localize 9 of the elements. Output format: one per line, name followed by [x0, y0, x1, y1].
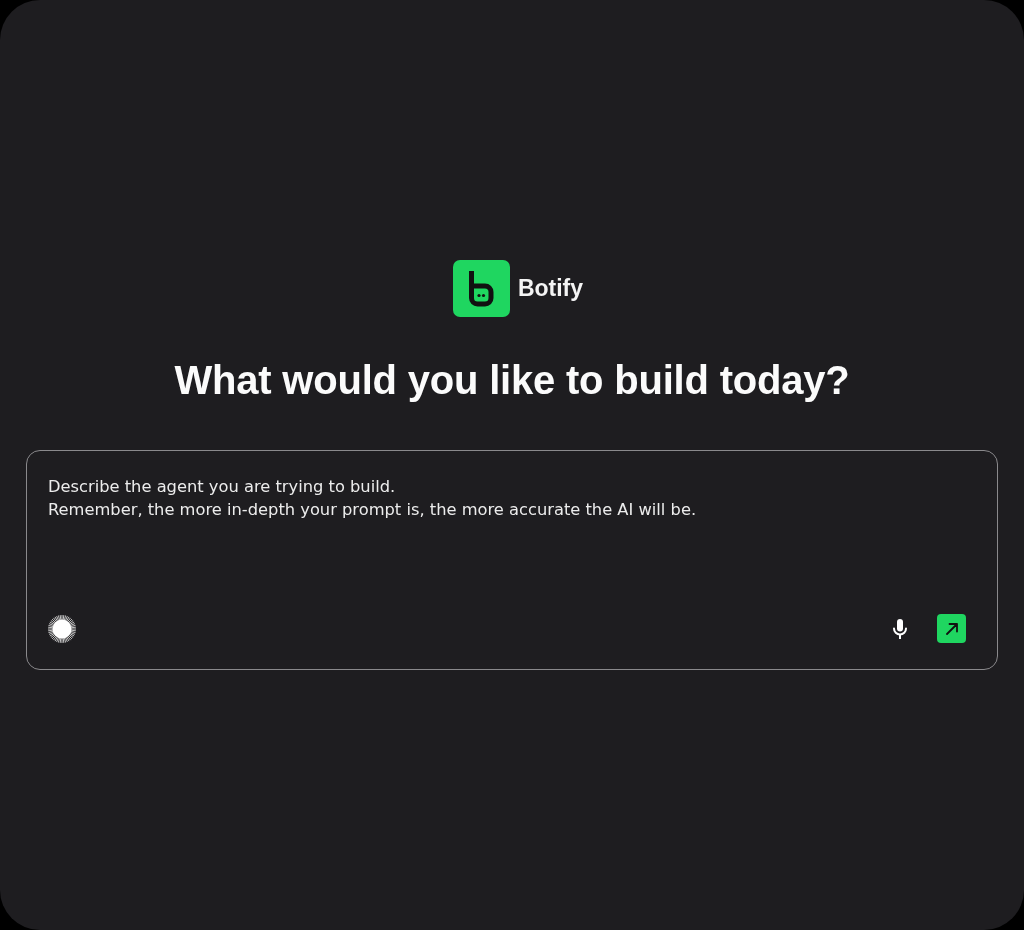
prompt-box[interactable]: Describe the agent you are trying to build. Remember, the more in-depth your prompt is, the more accurate the AI will be.	[26, 450, 998, 670]
striped-disc-icon[interactable]	[48, 614, 76, 643]
page-heading: What would you like to build today?	[174, 357, 850, 403]
arrow-icon	[945, 622, 958, 635]
brand-name: Botify	[517, 275, 584, 302]
logo-icon	[452, 260, 510, 317]
send-button[interactable]	[937, 614, 966, 643]
prompt-field[interactable]: Describe the agent you are trying to build. Remember, the more in-depth your prompt is, the more accurate the AI will be.	[48, 475, 966, 614]
microphone-icon[interactable]	[893, 618, 907, 639]
